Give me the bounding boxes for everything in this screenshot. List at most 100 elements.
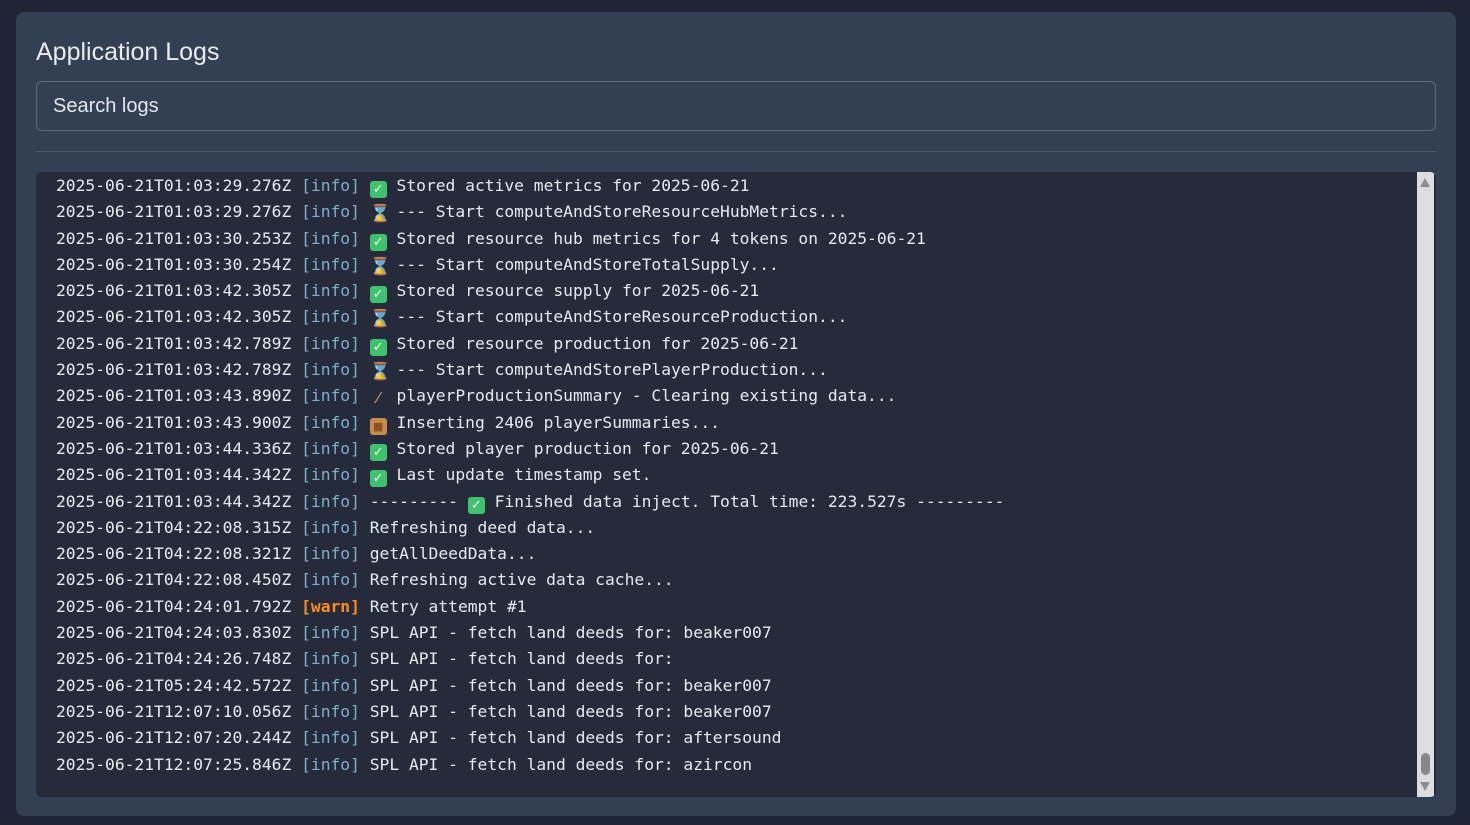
log-timestamp: 2025-06-21T12:07:10.056Z: [56, 701, 292, 721]
log-timestamp: 2025-06-21T01:03:42.789Z: [56, 360, 292, 380]
divider: [36, 151, 1436, 152]
search-input[interactable]: [36, 81, 1436, 131]
log-timestamp: 2025-06-21T01:03:43.890Z: [56, 386, 292, 406]
hourglass-icon: ⌛: [369, 204, 391, 225]
log-line: 2025-06-21T04:22:08.315Z [info] Refreshi…: [56, 515, 1406, 541]
log-message: Stored resource supply for 2025-06-21: [396, 281, 760, 301]
hourglass-icon: ⌛: [369, 256, 391, 277]
log-level-badge: [info]: [301, 728, 360, 748]
check-icon: ✓: [369, 233, 387, 251]
log-level-badge: [info]: [301, 517, 360, 537]
log-level-text: info: [310, 517, 351, 537]
log-level-text: info: [310, 754, 351, 774]
log-line: 2025-06-21T01:03:42.789Z [info] ✓ Stored…: [56, 331, 1406, 357]
log-timestamp: 2025-06-21T12:07:25.846Z: [56, 754, 292, 774]
log-level-text: info: [310, 649, 351, 669]
log-timestamp: 2025-06-21T04:22:08.321Z: [56, 544, 292, 564]
log-timestamp: 2025-06-21T01:03:42.305Z: [56, 281, 292, 301]
log-line: 2025-06-21T04:24:26.748Z [info] SPL API …: [56, 646, 1406, 672]
log-level-badge: [info]: [301, 360, 360, 380]
log-level-badge: [info]: [301, 570, 360, 590]
log-level-badge: [info]: [301, 281, 360, 301]
log-prefix: ---------: [369, 491, 458, 511]
log-panel: Application Logs 2025-06-21T01:03:29.276…: [16, 12, 1456, 816]
log-line: 2025-06-21T01:03:29.276Z [info] ⌛ --- St…: [56, 199, 1406, 225]
log-level-text: info: [310, 544, 351, 564]
log-message: --- Start computeAndStoreResourceProduct…: [396, 307, 848, 327]
log-timestamp: 2025-06-21T04:22:08.450Z: [56, 570, 292, 590]
log-level-text: info: [310, 228, 351, 248]
log-level-text: info: [310, 360, 351, 380]
package-icon: ■: [369, 417, 387, 435]
log-message: getAllDeedData...: [369, 544, 537, 564]
log-timestamp: 2025-06-21T01:03:43.900Z: [56, 412, 292, 432]
log-level-badge: [info]: [301, 333, 360, 353]
scrollbar[interactable]: [1417, 172, 1434, 797]
log-timestamp: 2025-06-21T04:24:01.792Z: [56, 596, 292, 616]
page-title: Application Logs: [36, 38, 220, 66]
log-level-badge: [info]: [301, 701, 360, 721]
log-line: 2025-06-21T01:03:42.305Z [info] ⌛ --- St…: [56, 304, 1406, 330]
log-line: 2025-06-21T01:03:42.305Z [info] ✓ Stored…: [56, 278, 1406, 304]
log-message: Stored active metrics for 2025-06-21: [396, 176, 750, 195]
log-line: 2025-06-21T01:03:42.789Z [info] ⌛ --- St…: [56, 357, 1406, 383]
check-icon: ✓: [369, 443, 387, 461]
log-timestamp: 2025-06-21T04:24:26.748Z: [56, 649, 292, 669]
log-message: --- Start computeAndStoreResourceHubMetr…: [396, 202, 848, 222]
log-message: SPL API - fetch land deeds for: beaker00…: [369, 675, 772, 695]
log-timestamp: 2025-06-21T01:03:29.276Z: [56, 202, 292, 222]
log-line: 2025-06-21T01:03:44.342Z [info] --------…: [56, 489, 1406, 515]
log-level-badge: [info]: [301, 176, 360, 195]
log-message: SPL API - fetch land deeds for: azircon: [369, 754, 753, 774]
log-level-text: info: [310, 465, 351, 485]
log-message: --- Start computeAndStorePlayerProductio…: [396, 360, 828, 380]
check-icon: ✓: [369, 286, 387, 304]
log-message: Stored player production for 2025-06-21: [396, 438, 779, 458]
check-icon: ✓: [369, 470, 387, 488]
check-icon: ✓: [369, 338, 387, 356]
log-message: Retry attempt #1: [369, 596, 527, 616]
log-message: SPL API - fetch land deeds for:: [369, 649, 674, 669]
log-level-badge: [info]: [301, 544, 360, 564]
log-level-badge: [info]: [301, 228, 360, 248]
log-line: 2025-06-21T04:22:08.321Z [info] getAllDe…: [56, 541, 1406, 567]
log-line: 2025-06-21T01:03:44.342Z [info] ✓ Last u…: [56, 462, 1406, 488]
log-viewer[interactable]: 2025-06-21T01:03:29.276Z [info] ✓ Stored…: [36, 172, 1436, 797]
log-level-badge: [info]: [301, 386, 360, 406]
log-level-text: info: [310, 307, 351, 327]
log-message: Stored resource production for 2025-06-2…: [396, 333, 799, 353]
log-line: 2025-06-21T01:03:43.890Z [info] ⁄ player…: [56, 383, 1406, 409]
scroll-down-arrow-icon[interactable]: [1420, 782, 1430, 791]
check-icon: ✓: [369, 181, 387, 198]
log-line: 2025-06-21T01:03:30.253Z [info] ✓ Stored…: [56, 226, 1406, 252]
log-level-text: info: [310, 675, 351, 695]
log-level-badge: [info]: [301, 623, 360, 643]
log-timestamp: 2025-06-21T01:03:42.305Z: [56, 307, 292, 327]
log-level-text: info: [310, 701, 351, 721]
broom-icon: ⁄: [376, 389, 380, 408]
log-level-badge: [info]: [301, 412, 360, 432]
log-level-text: info: [310, 438, 351, 458]
log-timestamp: 2025-06-21T01:03:44.336Z: [56, 438, 292, 458]
log-line: 2025-06-21T12:07:25.846Z [info] SPL API …: [56, 752, 1406, 778]
hourglass-icon: ⌛: [369, 309, 391, 330]
log-line: 2025-06-21T01:03:44.336Z [info] ✓ Stored…: [56, 436, 1406, 462]
log-level-badge: [info]: [301, 438, 360, 458]
log-line: 2025-06-21T12:07:10.056Z [info] SPL API …: [56, 699, 1406, 725]
scrollbar-thumb[interactable]: [1421, 753, 1430, 775]
log-line: 2025-06-21T05:24:42.572Z [info] SPL API …: [56, 673, 1406, 699]
log-line: 2025-06-21T12:07:20.244Z [info] SPL API …: [56, 725, 1406, 751]
check-icon: ✓: [467, 496, 485, 514]
log-message: SPL API - fetch land deeds for: beaker00…: [369, 623, 772, 643]
log-level-text: info: [310, 623, 351, 643]
log-level-badge: [info]: [301, 675, 360, 695]
log-level-badge: [warn]: [301, 596, 360, 616]
log-level-text: info: [310, 570, 351, 590]
log-line: 2025-06-21T04:24:03.830Z [info] SPL API …: [56, 620, 1406, 646]
log-line: 2025-06-21T01:03:43.900Z [info] ■ Insert…: [56, 410, 1406, 436]
log-level-text: info: [310, 281, 351, 301]
log-timestamp: 2025-06-21T01:03:44.342Z: [56, 491, 292, 511]
log-message: Last update timestamp set.: [396, 465, 652, 485]
log-list: 2025-06-21T01:03:29.276Z [info] ✓ Stored…: [56, 173, 1406, 778]
scroll-up-arrow-icon[interactable]: [1420, 178, 1430, 187]
